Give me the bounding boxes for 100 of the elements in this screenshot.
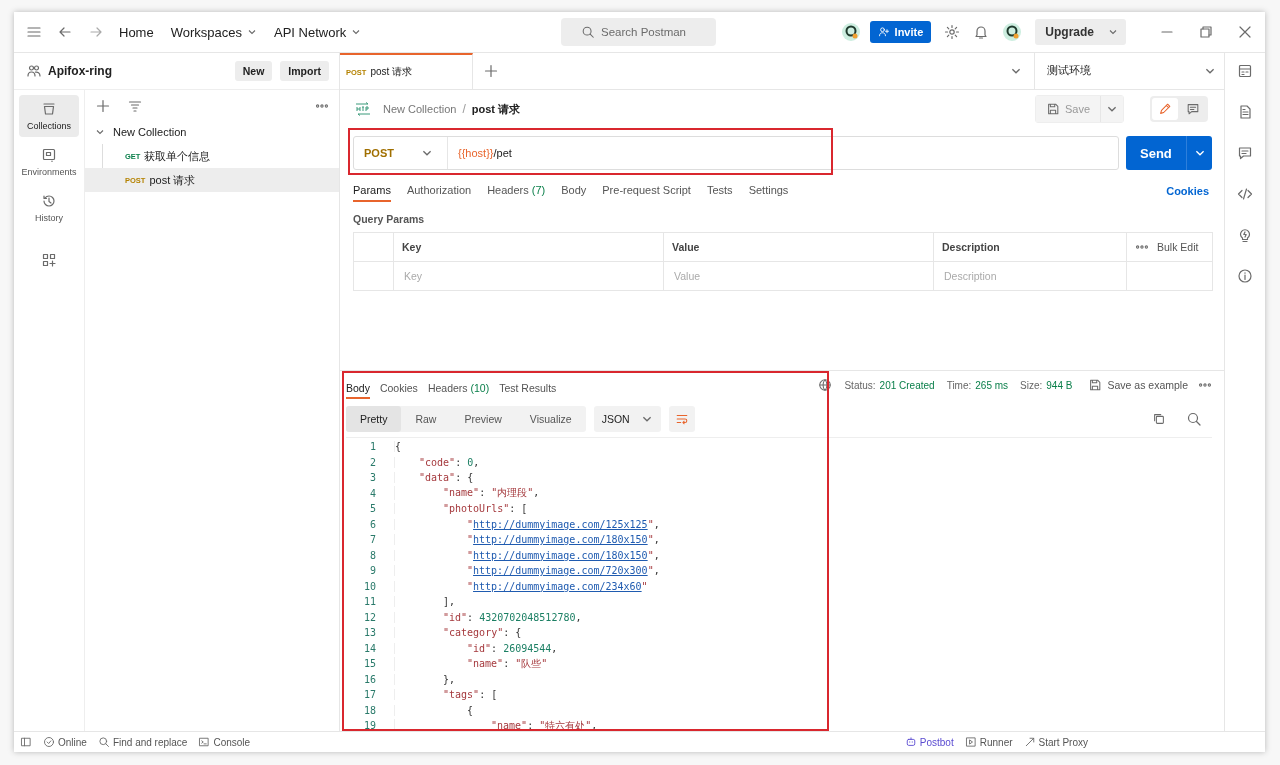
notification-bell-icon[interactable] bbox=[973, 24, 990, 40]
search-field[interactable]: Search Postman bbox=[561, 18, 716, 46]
response-tab[interactable]: Test Results bbox=[499, 379, 557, 399]
line-number: 16 bbox=[362, 673, 377, 685]
request-option-tab[interactable]: Tests bbox=[706, 180, 733, 202]
request-option-tab[interactable]: Params bbox=[353, 180, 391, 202]
status-bar-item[interactable]: Runner bbox=[964, 736, 1013, 748]
param-input[interactable]: Key bbox=[402, 269, 655, 283]
url-link[interactable]: http://dummyimage.com/180x150 bbox=[473, 549, 648, 561]
size-label: Size: bbox=[1020, 379, 1043, 391]
breadcrumb-link[interactable]: New Collection bbox=[383, 103, 457, 115]
invite-button[interactable]: Invite bbox=[869, 21, 932, 43]
request-title: post 请求 bbox=[471, 101, 520, 117]
cookies-link[interactable]: Cookies bbox=[1166, 185, 1209, 197]
info-icon[interactable] bbox=[1237, 268, 1253, 284]
param-input[interactable]: Description bbox=[942, 269, 1118, 283]
environment-select[interactable]: 测试环境 bbox=[1034, 53, 1224, 89]
view-tab[interactable]: Pretty bbox=[346, 406, 402, 432]
request-option-tab[interactable]: Settings bbox=[748, 180, 789, 202]
view-tab[interactable]: Preview bbox=[450, 406, 516, 432]
code-line: "http://dummyimage.com/180x150", bbox=[394, 549, 660, 561]
comment-icon[interactable] bbox=[1237, 145, 1253, 161]
status-bar-item[interactable]: Start Proxy bbox=[1023, 736, 1088, 748]
url-link[interactable]: http://dummyimage.com/720x300 bbox=[473, 565, 648, 577]
screen-icon bbox=[41, 147, 57, 163]
url-link[interactable]: http://dummyimage.com/180x150 bbox=[473, 534, 648, 546]
request-option-tab[interactable]: Pre-request Script bbox=[602, 180, 691, 202]
line-number: 11 bbox=[362, 596, 377, 608]
request-option-tab[interactable]: Authorization bbox=[406, 180, 472, 202]
request-option-tab[interactable]: Headers (7) bbox=[487, 180, 546, 202]
status-bar-item[interactable]: Console bbox=[198, 736, 251, 748]
sidebar-item[interactable]: History bbox=[19, 187, 79, 229]
url-field[interactable]: POST {{host}}/pet bbox=[353, 136, 1119, 170]
arrow-icon bbox=[1023, 736, 1036, 748]
document-icon[interactable] bbox=[1237, 104, 1253, 120]
sidebar-item[interactable]: Environments bbox=[19, 141, 79, 183]
line-number: 13 bbox=[362, 627, 377, 639]
line-number: 8 bbox=[368, 549, 377, 561]
format-select[interactable]: JSON bbox=[593, 406, 661, 432]
status-bar-item[interactable]: Find and replace bbox=[97, 736, 188, 748]
bulk-edit-button[interactable]: Bulk Edit bbox=[1157, 241, 1199, 253]
save-dropdown-button[interactable] bbox=[1100, 96, 1123, 122]
restore-icon[interactable] bbox=[1198, 24, 1214, 40]
pencil-icon bbox=[1158, 102, 1172, 116]
param-input[interactable]: Value bbox=[672, 269, 925, 283]
workspace-button[interactable]: Import bbox=[280, 61, 329, 81]
request-option-tab[interactable]: Body bbox=[561, 180, 587, 202]
edit-mode-button[interactable] bbox=[1152, 98, 1178, 120]
send-button[interactable]: Send bbox=[1126, 136, 1186, 170]
response-tab[interactable]: Cookies bbox=[379, 379, 418, 399]
collection-item[interactable]: New Collection bbox=[85, 120, 339, 144]
method-select[interactable]: POST bbox=[354, 137, 448, 169]
nav-menu[interactable]: Home bbox=[119, 24, 154, 40]
close-icon[interactable] bbox=[1237, 24, 1253, 40]
status-value: 201 Created bbox=[879, 379, 935, 391]
upgrade-button[interactable]: Upgrade bbox=[1035, 19, 1126, 45]
line-number: 14 bbox=[362, 642, 377, 654]
line-number: 10 bbox=[362, 580, 377, 592]
wrap-lines-button[interactable] bbox=[668, 406, 695, 432]
robot-icon bbox=[904, 736, 917, 748]
code-line: "http://dummyimage.com/234x60" bbox=[394, 580, 648, 592]
copy-icon[interactable] bbox=[1152, 412, 1166, 426]
column-header: Key bbox=[394, 233, 664, 261]
line-number: 19 bbox=[362, 720, 377, 731]
add-icon[interactable] bbox=[95, 98, 111, 114]
comment-icon bbox=[1186, 102, 1200, 116]
terminal-icon bbox=[198, 736, 211, 748]
status-bar-item[interactable]: Postbot bbox=[904, 736, 954, 748]
line-number: 3 bbox=[368, 472, 377, 484]
globe-icon[interactable] bbox=[818, 378, 833, 392]
avatar-icon[interactable] bbox=[1002, 22, 1023, 42]
column-header: Description bbox=[934, 233, 1127, 261]
save-example-button[interactable]: Save as example bbox=[1088, 378, 1188, 392]
sidebar-item[interactable]: Collections bbox=[19, 95, 79, 137]
nav-menu[interactable]: Workspaces bbox=[170, 24, 257, 40]
search-icon[interactable] bbox=[1186, 411, 1202, 427]
workspace-button[interactable]: New bbox=[234, 61, 273, 81]
caret-icon bbox=[1108, 27, 1118, 37]
response-tab[interactable]: Headers (10) bbox=[427, 379, 490, 399]
avatar-icon[interactable] bbox=[840, 22, 861, 42]
add-tab-icon[interactable] bbox=[483, 63, 499, 79]
view-tab[interactable]: Raw bbox=[401, 406, 451, 432]
environment-quick-look-icon[interactable] bbox=[1237, 63, 1253, 79]
request-type-icon bbox=[353, 101, 373, 117]
line-number: 6 bbox=[368, 518, 377, 530]
people-icon bbox=[26, 63, 42, 79]
sidebar-toggle-icon[interactable] bbox=[20, 736, 32, 748]
response-tab[interactable]: Body bbox=[346, 379, 370, 399]
lightbulb-icon[interactable] bbox=[1237, 227, 1253, 243]
line-number: 2 bbox=[368, 456, 377, 468]
code-line: "name": "内理段", bbox=[394, 486, 540, 501]
nav-menu[interactable]: API Network bbox=[274, 24, 362, 40]
view-tab[interactable]: Visualize bbox=[515, 406, 586, 432]
code-line: ], bbox=[394, 596, 456, 608]
status-bar-item[interactable]: Online bbox=[43, 736, 87, 748]
code-line: "category": { bbox=[394, 627, 522, 639]
code-line: "photoUrls": [ bbox=[394, 503, 528, 515]
url-link[interactable]: http://dummyimage.com/234x60 bbox=[473, 580, 642, 592]
url-link[interactable]: http://dummyimage.com/125x125 bbox=[473, 518, 648, 530]
code-icon[interactable] bbox=[1237, 186, 1253, 202]
